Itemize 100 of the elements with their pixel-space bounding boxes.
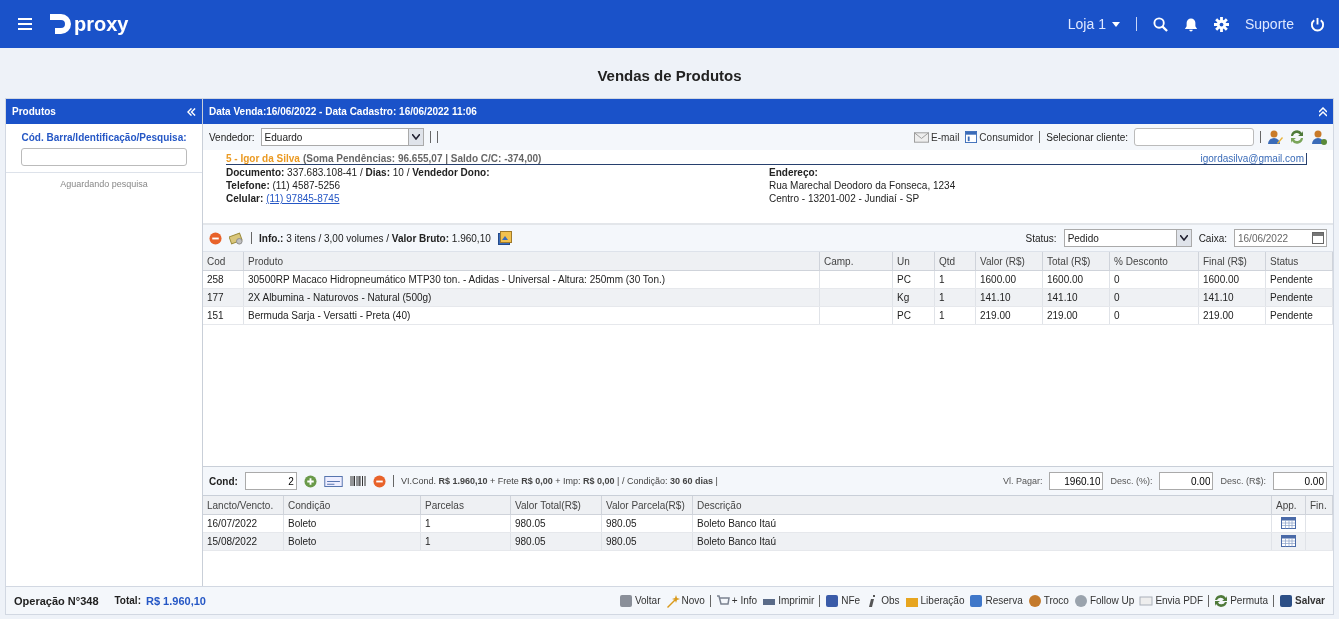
column-header[interactable]: Parcelas: [420, 496, 511, 515]
column-header[interactable]: Total (R$): [1042, 252, 1110, 271]
reserve-action[interactable]: Reserva: [969, 593, 1023, 608]
new-action[interactable]: Novo: [665, 593, 705, 608]
column-header[interactable]: Final (R$): [1198, 252, 1266, 271]
search-icon[interactable]: [1152, 16, 1168, 32]
date-field[interactable]: 16/06/2022: [1234, 229, 1327, 247]
column-header[interactable]: % Desconto: [1109, 252, 1199, 271]
calendar-icon[interactable]: [1281, 534, 1296, 547]
operation-number: Operação N°348: [14, 594, 99, 607]
column-header[interactable]: App.: [1271, 496, 1306, 515]
column-header[interactable]: Cod: [203, 252, 244, 271]
mail-action[interactable]: Envia PDF: [1139, 593, 1204, 608]
save-action[interactable]: Salvar: [1278, 593, 1325, 608]
table-cell: Boleto: [288, 536, 317, 547]
calendar-icon[interactable]: [1281, 516, 1296, 529]
user-name[interactable]: Suporte: [1244, 16, 1294, 32]
cond-label: Cond:: [209, 475, 238, 487]
table-cell: 219.00: [1047, 310, 1078, 321]
column-header[interactable]: Lancto/Vencto.: [203, 496, 284, 515]
back-action[interactable]: Voltar: [618, 593, 661, 608]
settings-icon[interactable]: [1213, 16, 1229, 32]
field-label: Desc. (R$):: [1220, 476, 1266, 486]
remove-icon[interactable]: [209, 231, 222, 245]
caret-icon: [1111, 21, 1120, 27]
cond-field[interactable]: 2: [244, 472, 297, 490]
cart-action[interactable]: + Info: [715, 593, 758, 608]
sale-dates: Data Venda:16/06/2022 - Data Cadastro: 16/06/2022 11:06: [209, 106, 477, 117]
table-cell: Pendente: [1270, 292, 1313, 303]
select-client-label: Selecionar cliente:: [1046, 131, 1128, 143]
table-cell: Pendente: [1270, 274, 1313, 285]
table-cell: 15/08/2022: [207, 536, 258, 547]
mobile-link[interactable]: (11) 97845-8745: [266, 192, 340, 205]
table-cell: 1: [939, 292, 945, 303]
print-action[interactable]: Imprimir: [762, 593, 815, 608]
column-header[interactable]: Qtd: [934, 252, 976, 271]
image-icon[interactable]: [497, 231, 512, 245]
change-action[interactable]: Troco: [1027, 593, 1069, 608]
table-cell: 1600.00: [1203, 274, 1240, 285]
card-icon[interactable]: [323, 475, 343, 487]
calendar-icon[interactable]: [1312, 232, 1324, 244]
notes-action[interactable]: Obs: [865, 593, 900, 608]
store-dropdown[interactable]: Loja 1: [1067, 16, 1120, 32]
column-header[interactable]: Condição: [283, 496, 421, 515]
status-dropdown[interactable]: Pedido: [1063, 229, 1192, 247]
consumer-link[interactable]: Consumidor: [965, 131, 1034, 143]
amount-field[interactable]: 0.00: [1159, 472, 1214, 490]
table-cell: 30500RP Macaco Hidropneumático MTP30 ton. - Adidas - Universal - Altura: 250mm (30 Ton.): [248, 274, 666, 285]
client-phone: Telefone: (11) 4587-5256: [226, 179, 342, 192]
column-header[interactable]: Descrição: [692, 496, 1272, 515]
folder-action[interactable]: Liberação: [904, 593, 965, 608]
person-edit-icon[interactable]: [1267, 129, 1283, 145]
power-icon[interactable]: [1310, 16, 1325, 32]
column-header[interactable]: Status: [1265, 252, 1333, 271]
form-icon: [965, 131, 978, 143]
table-cell: 151: [207, 310, 224, 321]
total-value: R$ 1.960,10: [146, 594, 206, 607]
address-line: Centro - 13201-002 - Jundiaí - SP: [769, 192, 921, 205]
column-header[interactable]: Valor Total(R$): [510, 496, 602, 515]
remove-icon[interactable]: [372, 474, 386, 488]
menu-icon[interactable]: [18, 18, 32, 30]
chat-action[interactable]: Follow Up: [1073, 593, 1135, 608]
cond-summary: VI.Cond. R$ 1.960,10 + Frete R$ 0,00 + Imp: R$ 0,00 | / Condição: 30 60 dias |: [400, 476, 718, 486]
caixa-label: Caixa:: [1198, 232, 1227, 244]
table-cell: 980.05: [515, 536, 546, 547]
client-email: igordasilva@gmail.com: [1200, 153, 1304, 164]
column-header[interactable]: Produto: [243, 252, 820, 271]
table-cell: 1: [939, 274, 945, 285]
swap-action[interactable]: Permuta: [1214, 593, 1268, 608]
nfe-action[interactable]: NFe: [825, 593, 861, 608]
bell-icon[interactable]: [1183, 16, 1198, 32]
client-document: Documento: 337.683.108-41 / Dias: 10 / Vendedor Dono:: [226, 166, 491, 179]
table-cell: 219.00: [1203, 310, 1234, 321]
email-link[interactable]: E-mail: [914, 131, 960, 143]
column-header[interactable]: Valor (R$): [975, 252, 1043, 271]
client-field[interactable]: [1134, 128, 1254, 146]
refresh-icon: [1214, 593, 1229, 608]
table-cell: Pendente: [1270, 310, 1313, 321]
table-cell: Boleto Banco Itaú: [697, 536, 776, 547]
amount-field[interactable]: 0.00: [1273, 472, 1327, 490]
collapse-icon[interactable]: [1319, 106, 1327, 117]
search-field[interactable]: [21, 148, 187, 166]
mobile-label: Celular:: [226, 192, 264, 205]
column-header[interactable]: Camp.: [819, 252, 893, 271]
amount-field[interactable]: 1960.10: [1049, 472, 1104, 490]
status-label: Status:: [1025, 232, 1057, 244]
table-cell: PC: [897, 310, 911, 321]
table-cell: 980.05: [606, 536, 637, 547]
column-header[interactable]: Fin.: [1305, 496, 1333, 515]
barcode-icon[interactable]: [349, 476, 366, 486]
person-add-icon[interactable]: [1311, 129, 1327, 145]
seller-dropdown[interactable]: Eduardo: [260, 128, 424, 146]
column-header[interactable]: Valor Parcela(R$): [601, 496, 693, 515]
money-icon[interactable]: [229, 231, 244, 245]
column-header[interactable]: Un: [892, 252, 935, 271]
refresh-icon[interactable]: [1289, 129, 1305, 145]
client-name: 5 - Igor da Silva: [226, 153, 300, 164]
collapse-icon[interactable]: [187, 107, 196, 116]
table-cell: 141.10: [1203, 292, 1234, 303]
add-icon[interactable]: [303, 474, 317, 488]
